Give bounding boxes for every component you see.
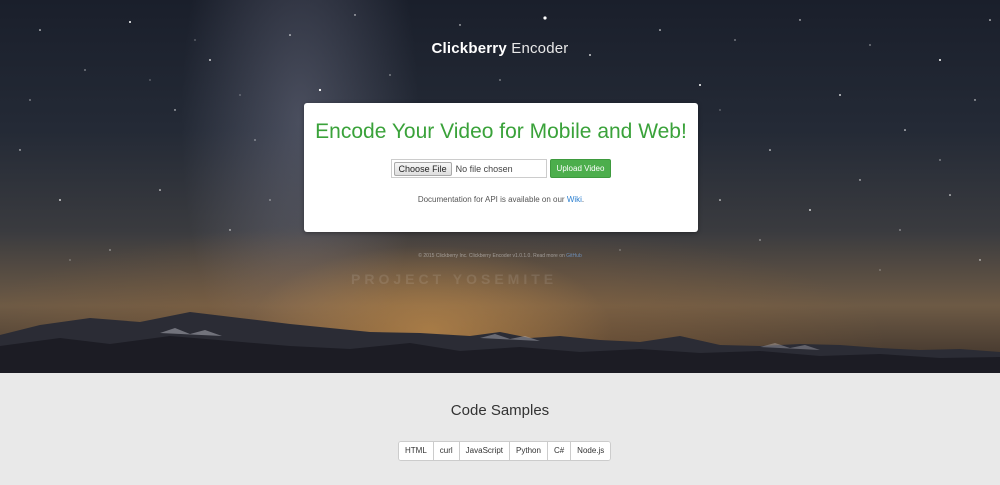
tab-nodejs[interactable]: Node.js [571,442,611,460]
upload-video-button[interactable]: Upload Video [549,159,612,178]
footer-copyright: © 2015 Clickberry Inc. Clickberry Encode… [0,253,1000,259]
file-status-text: No file chosen [455,163,513,174]
upload-row: Choose File No file chosen Upload Video [304,159,698,178]
wiki-link[interactable]: Wiki [567,195,582,204]
github-link[interactable]: GitHub [566,253,582,259]
brand-logo[interactable]: Clickberry Encoder [0,40,1000,57]
tab-curl[interactable]: curl [433,442,460,460]
tab-javascript[interactable]: JavaScript [459,442,511,460]
tab-python[interactable]: Python [510,442,548,460]
brand-name-light: Encoder [511,40,569,57]
code-sample-tabs: HTML curl JavaScript Python C# Node.js [398,441,612,461]
upload-card: Encode Your Video for Mobile and Web! Ch… [304,103,698,232]
choose-file-button[interactable]: Choose File [393,161,452,176]
file-input[interactable]: Choose File No file chosen [390,159,547,178]
documentation-note: Documentation for API is available on ou… [304,195,698,204]
hero-background: Clickberry Encoder Encode Your Video for… [0,0,1000,373]
photo-watermark: PROJECT YOSEMITE [351,271,558,287]
documentation-text: Documentation for API is available on ou… [417,195,565,204]
documentation-suffix: . [581,195,585,204]
card-title: Encode Your Video for Mobile and Web! [315,120,687,143]
brand-name-bold: Clickberry [431,40,507,57]
code-samples-title: Code Samples [450,402,550,419]
copyright-text: © 2015 Clickberry Inc. Clickberry Encode… [418,253,565,259]
code-samples-section: Code Samples HTML curl JavaScript Python… [0,373,1000,485]
tab-csharp[interactable]: C# [547,442,572,460]
tab-html[interactable]: HTML [399,442,434,460]
